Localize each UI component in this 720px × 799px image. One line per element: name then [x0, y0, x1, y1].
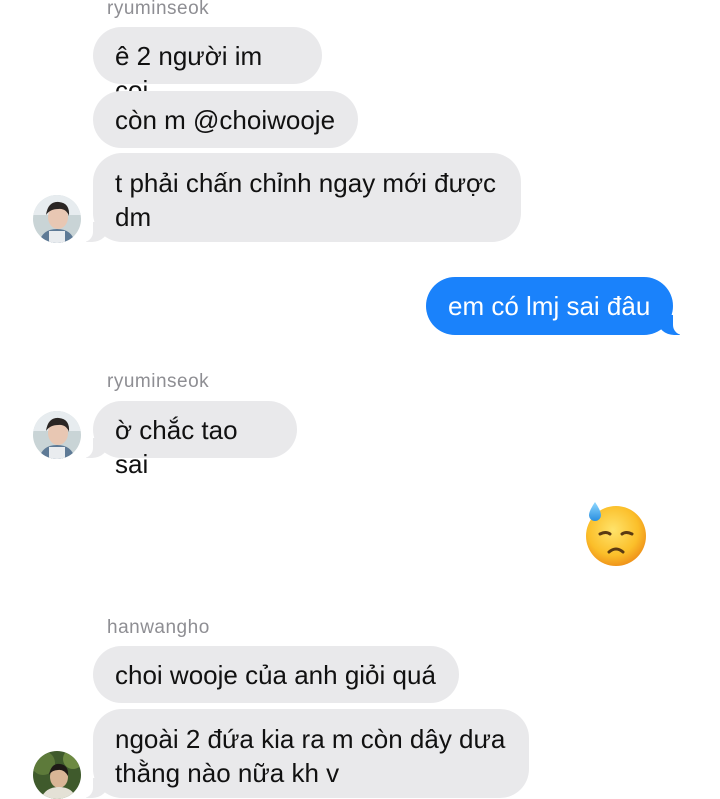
- message-text: ờ chắc tao sai: [115, 415, 238, 479]
- incoming-message-bubble[interactable]: còn m @choiwooje: [93, 91, 358, 148]
- downcast-face-with-sweat-emoji[interactable]: [582, 501, 648, 567]
- message-text: ngoài 2 đứa kia ra m còn dây dưa thằng n…: [115, 724, 506, 788]
- avatar-hanwangho[interactable]: [33, 751, 81, 799]
- incoming-message-bubble[interactable]: choi wooje của anh giỏi quá: [93, 646, 459, 703]
- incoming-message-bubble[interactable]: t phải chấn chỉnh ngay mới được dm: [81, 153, 521, 242]
- message-text: choi wooje của anh giỏi quá: [115, 660, 436, 690]
- avatar-ryuminseok[interactable]: [33, 411, 81, 459]
- incoming-message-bubble[interactable]: ê 2 người im coi: [93, 27, 322, 105]
- sender-name-hanwangho: hanwangho: [107, 617, 210, 638]
- incoming-message-bubble[interactable]: ngoài 2 đứa kia ra m còn dây dưa thằng n…: [81, 709, 529, 798]
- outgoing-message-bubble[interactable]: em có lmj sai đâu: [426, 277, 685, 335]
- sender-name-ryuminseok: ryuminseok: [107, 0, 210, 19]
- message-text: em có lmj sai đâu: [448, 291, 651, 321]
- avatar-ryuminseok[interactable]: [33, 195, 81, 243]
- message-text: t phải chấn chỉnh ngay mới được dm: [115, 168, 497, 232]
- sender-name-ryuminseok: ryuminseok: [107, 371, 210, 392]
- incoming-message-bubble[interactable]: ờ chắc tao sai: [81, 401, 297, 479]
- message-text: còn m @choiwooje: [115, 105, 336, 135]
